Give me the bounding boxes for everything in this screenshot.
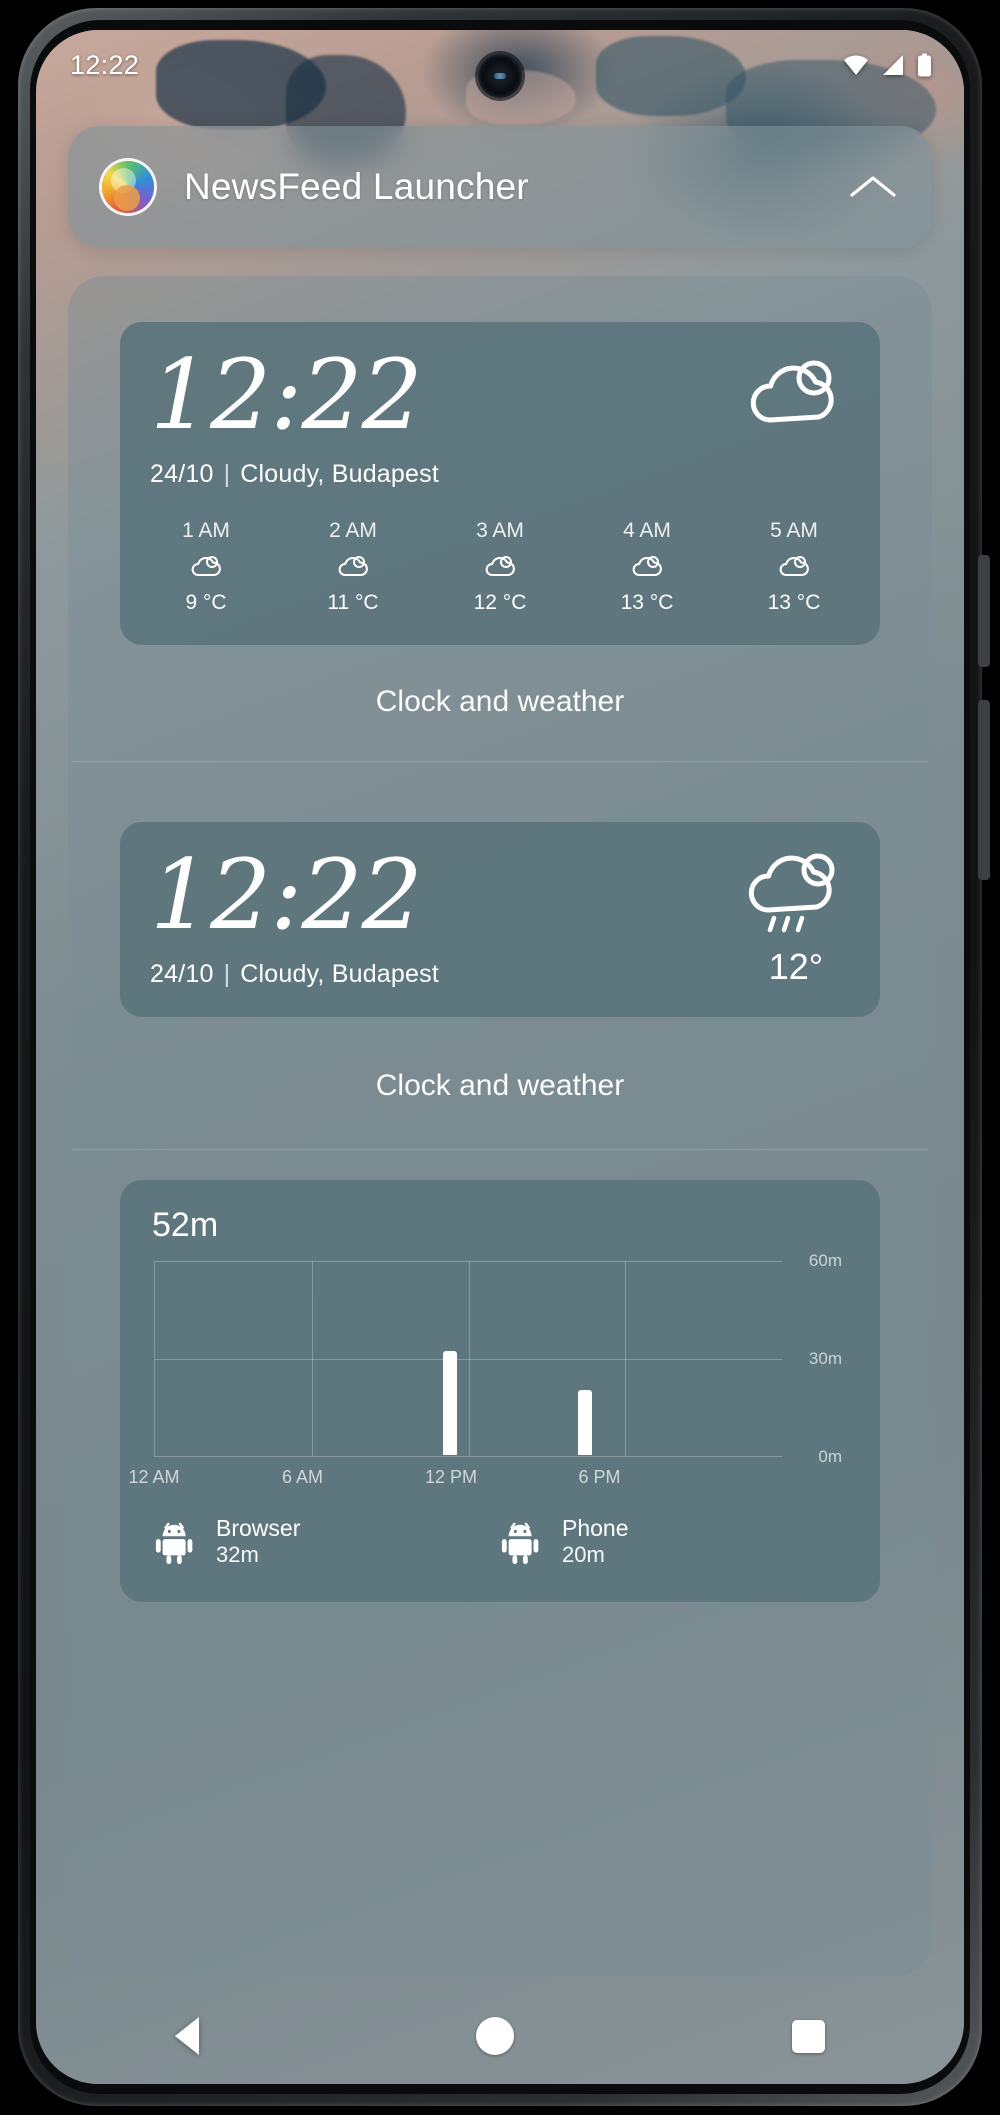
wifi-icon [844,55,868,75]
partly-cloudy-icon [338,556,368,577]
forecast-temp: 13 °C [767,591,821,615]
app-time: 20m [562,1542,605,1568]
android-robot-icon [501,1522,539,1564]
forecast-item: 3 AM 12 °C [450,519,550,615]
navigation-bar [36,1988,964,2084]
clock-weather-widget-compact[interactable]: 12:22 24/10 | Cloudy, Budapest 12° [120,822,880,1018]
clock-block: 12:22 24/10 | Cloudy, Budapest [150,339,439,489]
widget-label-2: Clock and weather [375,1069,625,1103]
partly-cloudy-icon [632,556,662,577]
feed-panel: 12:22 24/10 | Cloudy, Budapest 1 AM 9 °C… [68,276,932,1976]
chart-x-axis: 12 AM 6 AM 12 PM 6 PM [128,1467,814,1493]
x-tick-6am: 6 AM [281,1467,324,1488]
widget-separator: | [223,460,231,489]
partly-cloudy-icon [779,556,809,577]
forecast-temp: 12 °C [473,591,527,615]
front-camera-punchhole [478,54,522,98]
forecast-temp: 13 °C [620,591,674,615]
chevron-up-icon[interactable] [848,171,898,203]
current-temperature: 12° [768,946,824,988]
widget-date: 24/10 [150,460,214,489]
back-triangle-icon[interactable] [174,2017,199,2055]
weather-now-block: 12° [742,848,850,988]
newsfeed-launcher-logo-icon [102,161,154,213]
clock-weather-row: 12:22 24/10 | Cloudy, Budapest [150,339,850,489]
recents-square-icon[interactable] [792,2019,826,2053]
partly-cloudy-icon [750,360,834,423]
feed-divider [72,761,928,763]
widget-date: 24/10 [150,960,214,989]
app-name: Phone [562,1515,629,1542]
usage-bar-chart: 60m 30m 0m [154,1251,848,1466]
gridline-12pm [468,1261,470,1457]
phone-device: 12:22 NewsFeed Launcher 12:22 24/10 | Cl… [0,0,1000,2115]
wellbeing-total-time: 52m [152,1206,219,1245]
y-tick-60m: 60m [808,1251,842,1271]
forecast-hour: 5 AM [770,519,818,543]
forecast-hour: 1 AM [182,519,230,543]
android-robot-icon [155,1522,193,1564]
launcher-title: NewsFeed Launcher [184,166,529,207]
forecast-hour: 2 AM [329,519,377,543]
usage-bar [443,1351,458,1456]
widget-separator: | [223,960,231,989]
app-usage-item[interactable]: Phone 20m [500,1515,846,1568]
forecast-item: 4 AM 13 °C [597,519,697,615]
forecast-hour: 4 AM [623,519,671,543]
partly-cloudy-icon [191,556,221,577]
signal-icon [883,55,903,75]
rain-cloud-sun-icon [748,853,835,933]
forecast-temp: 9 °C [185,591,227,615]
widget-label-1: Clock and weather [375,685,625,719]
widget-date-location: 24/10 | Cloudy, Budapest [150,460,439,489]
gridline-6am [311,1261,313,1457]
partly-cloudy-icon [485,556,515,577]
app-name: Browser [216,1515,301,1542]
phone-screen: 12:22 NewsFeed Launcher 12:22 24/10 | Cl… [36,30,964,2084]
chart-grid [154,1261,782,1458]
x-tick-6pm: 6 PM [578,1467,621,1488]
forecast-item: 2 AM 11 °C [303,519,403,615]
clock-block-compact: 12:22 24/10 | Cloudy, Budapest [150,839,439,989]
usage-bar [578,1390,593,1456]
status-bar-clock: 12:22 [70,49,140,80]
feed-divider-2 [72,1149,928,1151]
widget-clock: 12:22 [150,339,423,451]
widget-clock: 12:22 [150,839,423,952]
clock-weather-row-compact: 12:22 24/10 | Cloudy, Budapest 12° [150,839,850,989]
forecast-temp: 11 °C [327,591,379,615]
x-tick-12pm: 12 PM [424,1467,478,1488]
y-tick-0m: 0m [818,1447,842,1467]
widget-condition-location: Cloudy, Budapest [240,460,439,489]
launcher-header[interactable]: NewsFeed Launcher [68,126,932,248]
power-button[interactable] [978,555,990,667]
hourly-forecast: 1 AM 9 °C 2 AM 11 °C 3 AM 12 °C 4 AM 13 … [150,519,850,615]
app-usage-text: Phone 20m [562,1515,629,1568]
app-time: 32m [216,1542,259,1568]
digital-wellbeing-widget[interactable]: 52m 60m 30m 0m 12 AM 6 AM 12 PM 6 PM Bro… [120,1180,880,1603]
widget-condition-location: Cloudy, Budapest [240,960,439,989]
home-circle-icon[interactable] [476,2017,515,2055]
widget-date-location: 24/10 | Cloudy, Budapest [150,960,439,989]
forecast-item: 5 AM 13 °C [744,519,844,615]
app-usage-list: Browser 32m Phone 20m [120,1493,880,1602]
y-tick-30m: 30m [808,1349,842,1369]
x-tick-12am: 12 AM [128,1467,180,1488]
app-usage-text: Browser 32m [216,1515,300,1568]
forecast-item: 1 AM 9 °C [156,519,256,615]
gridline-6pm [625,1261,627,1457]
app-usage-item[interactable]: Browser 32m [154,1515,500,1568]
volume-button[interactable] [978,700,990,880]
status-bar-icons [843,53,932,77]
battery-icon [918,53,931,77]
forecast-hour: 3 AM [476,519,524,543]
clock-weather-widget-large[interactable]: 12:22 24/10 | Cloudy, Budapest 1 AM 9 °C… [120,322,880,646]
